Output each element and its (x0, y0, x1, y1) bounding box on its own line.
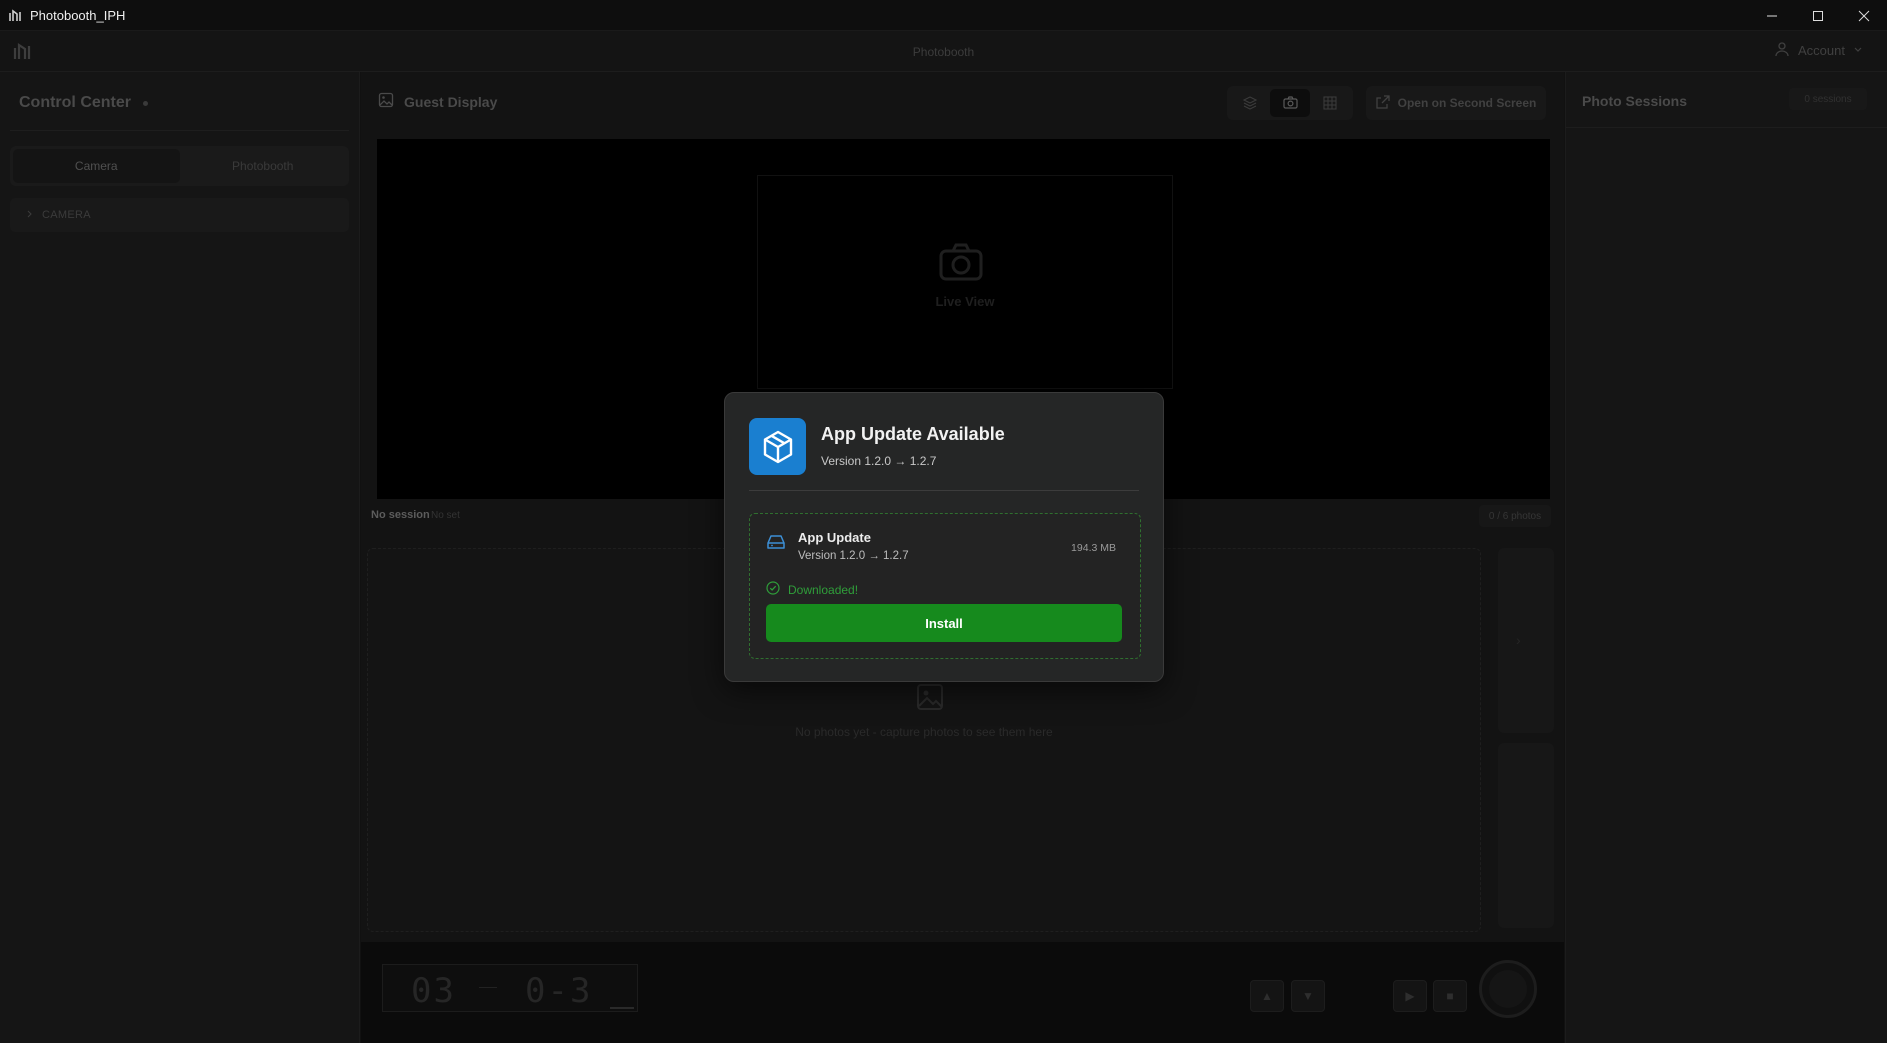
package-icon (749, 418, 806, 475)
hard-drive-icon (766, 534, 786, 555)
app-update-dialog: App Update Available Version 1.2.0 → 1.2… (724, 392, 1164, 682)
window-title: Photobooth_IPH (30, 7, 126, 23)
dialog-version: Version 1.2.0 → 1.2.7 (821, 454, 937, 468)
update-size: 194.3 MB (1071, 542, 1116, 554)
close-icon[interactable] (1841, 0, 1887, 31)
dialog-title: App Update Available (821, 424, 1005, 444)
install-button[interactable]: Install (766, 604, 1122, 642)
update-version: Version 1.2.0 → 1.2.7 (798, 550, 909, 562)
check-circle-icon (766, 581, 780, 598)
maximize-icon[interactable] (1795, 0, 1841, 31)
update-title: App Update (798, 530, 871, 545)
minimize-icon[interactable] (1749, 0, 1795, 31)
update-card: App Update Version 1.2.0 → 1.2.7 194.3 M… (749, 513, 1141, 659)
download-status: Downloaded! (766, 581, 858, 598)
divider (749, 490, 1139, 491)
window-titlebar: Photobooth_IPH (0, 0, 1887, 31)
app-logo-icon (8, 7, 24, 23)
download-status-text: Downloaded! (788, 582, 859, 597)
